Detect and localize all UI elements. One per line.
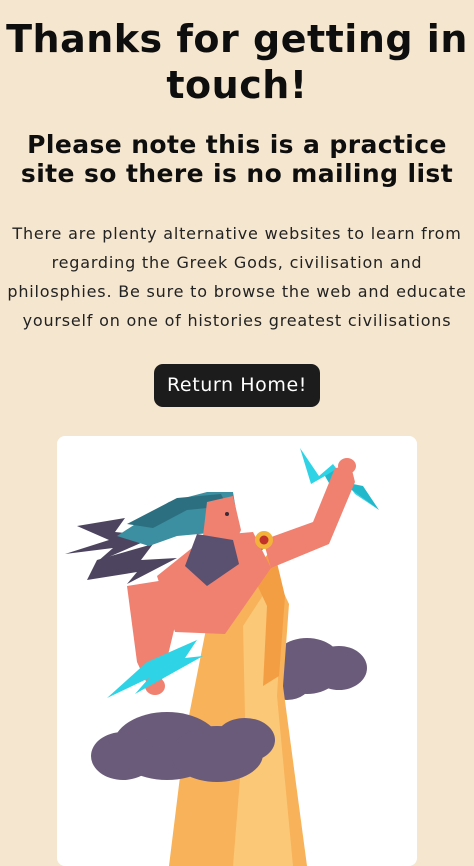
zeus-illustration — [65, 448, 379, 866]
info-line-4: yourself on one of histories greatest ci… — [22, 311, 452, 330]
info-line-1: There are plenty alternative websites to… — [12, 224, 462, 243]
brooch-icon — [255, 531, 273, 549]
page-subtitle: Please note this is a practice site so t… — [0, 130, 474, 188]
return-home-button[interactable]: Return Home! — [154, 364, 320, 407]
subtitle-line-1: Please note this is a practice — [27, 130, 447, 159]
cloud-left-icon — [91, 712, 275, 782]
info-line-2: regarding the Greek Gods, civilisation a… — [51, 253, 423, 272]
info-line-3: philosphies. Be sure to browse the web a… — [7, 282, 467, 301]
page-title: Thanks for getting in touch! — [6, 17, 468, 107]
subtitle-line-2: site so there is no mailing list — [20, 159, 454, 188]
info-paragraph: There are plenty alternative websites to… — [0, 219, 474, 335]
thank-you-page: Thanks for getting in touch! Please note… — [0, 0, 474, 866]
illustration-card — [57, 436, 417, 866]
